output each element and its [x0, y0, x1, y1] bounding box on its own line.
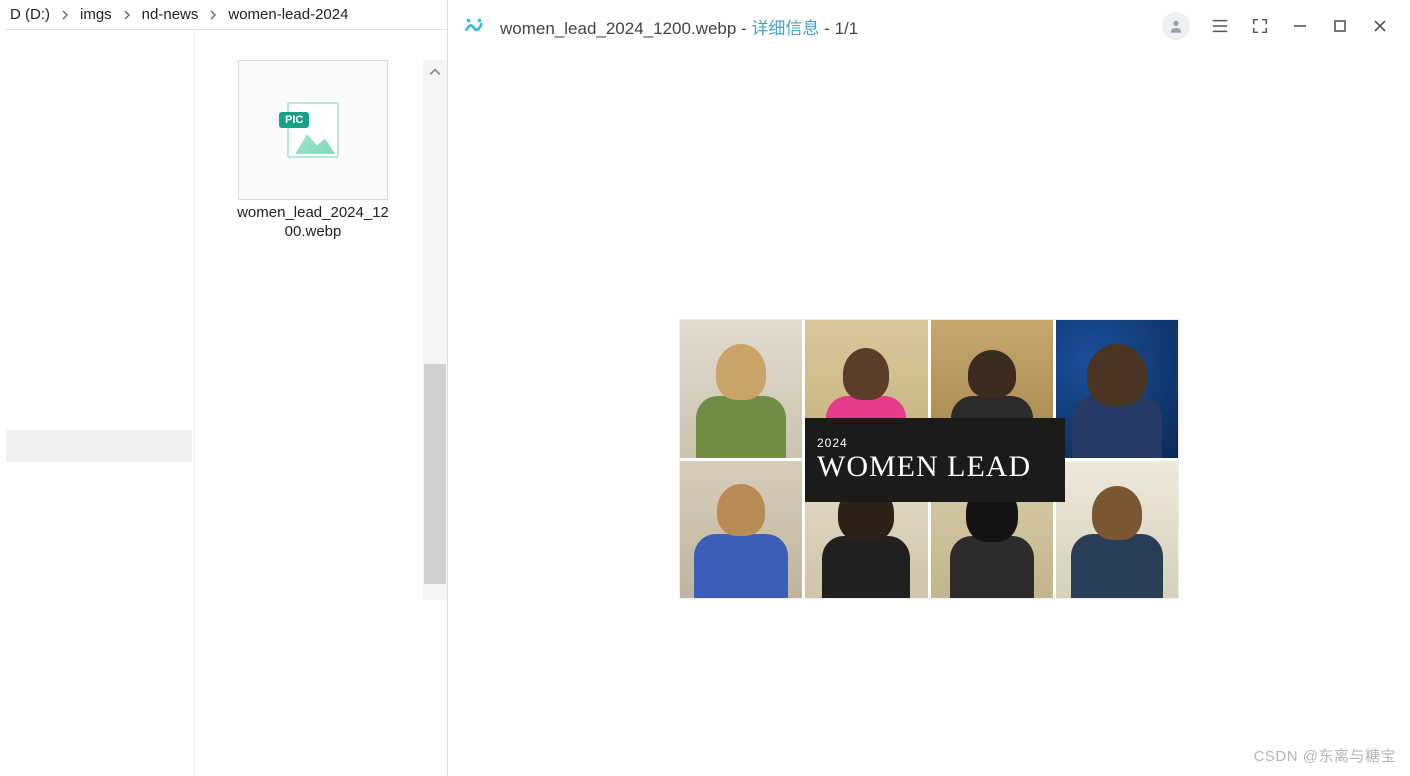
- nav-tree-panel[interactable]: [0, 30, 195, 776]
- viewer-titlebar: women_lead_2024_1200.webp - 详细信息 - 1/1: [448, 0, 1410, 52]
- viewer-canvas[interactable]: 2024 WOMEN LEAD: [448, 52, 1410, 776]
- nav-selected-item[interactable]: [0, 430, 192, 462]
- breadcrumb-drive[interactable]: D (D:): [6, 4, 54, 25]
- app-logo-icon: [462, 14, 486, 38]
- breadcrumb-folder-1[interactable]: imgs: [76, 4, 116, 25]
- breadcrumb: D (D:) imgs nd-news women-lead-2024: [0, 0, 447, 30]
- fullscreen-icon[interactable]: [1250, 16, 1270, 36]
- banner-year: 2024: [817, 436, 1065, 450]
- breadcrumb-folder-3[interactable]: women-lead-2024: [224, 4, 352, 25]
- collage-cell: [1056, 461, 1178, 599]
- picture-file-icon: PIC: [281, 98, 345, 162]
- minimize-button[interactable]: [1290, 16, 1310, 36]
- image-banner: 2024 WOMEN LEAD: [805, 418, 1065, 502]
- file-item[interactable]: PIC women_lead_2024_1200.webp: [233, 60, 393, 242]
- scroll-thumb[interactable]: [424, 364, 446, 584]
- file-name-label: women_lead_2024_1200.webp: [233, 204, 393, 242]
- banner-title: WOMEN LEAD: [817, 450, 1065, 484]
- maximize-button[interactable]: [1330, 16, 1350, 36]
- viewer-meta-link[interactable]: 详细信息: [751, 19, 819, 38]
- chevron-right-icon: [206, 8, 220, 22]
- viewer-title: women_lead_2024_1200.webp - 详细信息 - 1/1: [500, 14, 858, 39]
- breadcrumb-folder-2[interactable]: nd-news: [138, 4, 203, 25]
- collage-cell: [680, 461, 802, 599]
- collage-cell: [680, 320, 802, 458]
- image-viewer: women_lead_2024_1200.webp - 详细信息 - 1/1: [448, 0, 1410, 776]
- chevron-right-icon: [120, 8, 134, 22]
- chevron-right-icon: [58, 8, 72, 22]
- file-thumbnail[interactable]: PIC: [238, 60, 388, 200]
- viewer-counter: 1/1: [835, 19, 859, 38]
- close-button[interactable]: [1370, 16, 1390, 36]
- account-avatar[interactable]: [1162, 12, 1190, 40]
- viewer-title-filename: women_lead_2024_1200.webp: [500, 19, 736, 38]
- collage-cell: [1056, 320, 1178, 458]
- file-list: PIC women_lead_2024_1200.webp: [195, 30, 447, 776]
- file-explorer: D (D:) imgs nd-news women-lead-2024 PIC …: [0, 0, 448, 776]
- scrollbar[interactable]: [423, 60, 447, 600]
- scroll-up-icon[interactable]: [423, 60, 447, 84]
- watermark: CSDN @东离与糖宝: [1254, 745, 1396, 766]
- displayed-image: 2024 WOMEN LEAD: [679, 319, 1179, 599]
- pic-badge: PIC: [279, 112, 309, 128]
- menu-icon[interactable]: [1210, 16, 1230, 36]
